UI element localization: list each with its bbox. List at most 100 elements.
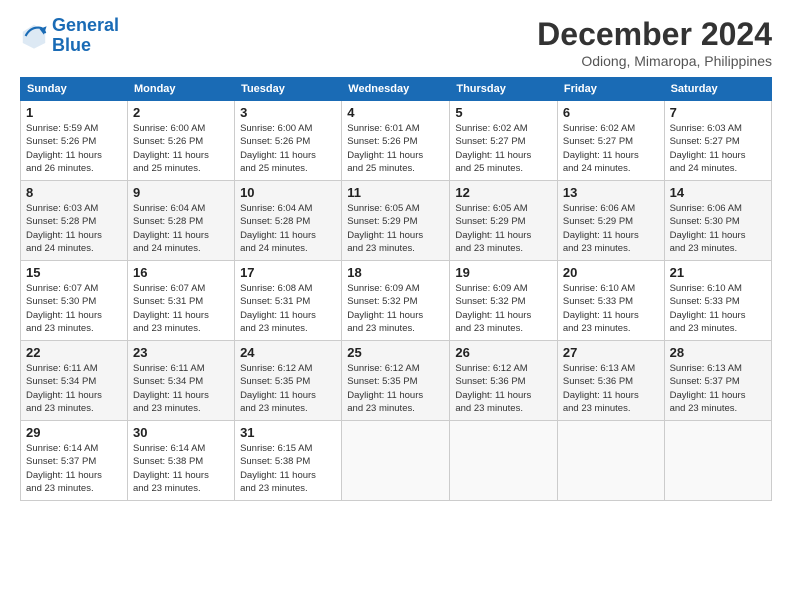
calendar-cell: 18 Sunrise: 6:09 AMSunset: 5:32 PMDaylig… [342, 261, 450, 341]
day-info: Sunrise: 6:05 AMSunset: 5:29 PMDaylight:… [455, 202, 552, 255]
col-monday: Monday [127, 78, 234, 101]
day-info: Sunrise: 6:15 AMSunset: 5:38 PMDaylight:… [240, 442, 336, 495]
header: General Blue December 2024 Odiong, Mimar… [20, 16, 772, 69]
day-info: Sunrise: 6:02 AMSunset: 5:27 PMDaylight:… [455, 122, 552, 175]
day-info: Sunrise: 6:09 AMSunset: 5:32 PMDaylight:… [455, 282, 552, 335]
calendar-cell: 1 Sunrise: 5:59 AMSunset: 5:26 PMDayligh… [21, 101, 128, 181]
month-title: December 2024 [537, 16, 772, 53]
calendar-cell: 25 Sunrise: 6:12 AMSunset: 5:35 PMDaylig… [342, 341, 450, 421]
day-info: Sunrise: 6:07 AMSunset: 5:31 PMDaylight:… [133, 282, 229, 335]
day-info: Sunrise: 6:10 AMSunset: 5:33 PMDaylight:… [563, 282, 659, 335]
title-block: December 2024 Odiong, Mimaropa, Philippi… [537, 16, 772, 69]
calendar-cell [450, 421, 558, 501]
page: General Blue December 2024 Odiong, Mimar… [0, 0, 792, 612]
day-info: Sunrise: 6:13 AMSunset: 5:37 PMDaylight:… [670, 362, 766, 415]
calendar-cell: 12 Sunrise: 6:05 AMSunset: 5:29 PMDaylig… [450, 181, 558, 261]
day-number: 15 [26, 265, 122, 280]
calendar-header: Sunday Monday Tuesday Wednesday Thursday… [21, 78, 772, 101]
day-number: 14 [670, 185, 766, 200]
calendar-cell: 9 Sunrise: 6:04 AMSunset: 5:28 PMDayligh… [127, 181, 234, 261]
day-number: 22 [26, 345, 122, 360]
day-number: 30 [133, 425, 229, 440]
calendar-cell [664, 421, 771, 501]
day-info: Sunrise: 6:12 AMSunset: 5:35 PMDaylight:… [347, 362, 444, 415]
day-info: Sunrise: 6:12 AMSunset: 5:36 PMDaylight:… [455, 362, 552, 415]
day-info: Sunrise: 6:00 AMSunset: 5:26 PMDaylight:… [240, 122, 336, 175]
day-number: 12 [455, 185, 552, 200]
day-number: 23 [133, 345, 229, 360]
calendar-cell: 22 Sunrise: 6:11 AMSunset: 5:34 PMDaylig… [21, 341, 128, 421]
day-info: Sunrise: 6:14 AMSunset: 5:38 PMDaylight:… [133, 442, 229, 495]
location: Odiong, Mimaropa, Philippines [537, 53, 772, 69]
calendar-cell: 13 Sunrise: 6:06 AMSunset: 5:29 PMDaylig… [557, 181, 664, 261]
day-number: 3 [240, 105, 336, 120]
day-number: 10 [240, 185, 336, 200]
day-info: Sunrise: 6:06 AMSunset: 5:29 PMDaylight:… [563, 202, 659, 255]
calendar-cell [557, 421, 664, 501]
day-number: 2 [133, 105, 229, 120]
day-info: Sunrise: 6:09 AMSunset: 5:32 PMDaylight:… [347, 282, 444, 335]
col-wednesday: Wednesday [342, 78, 450, 101]
logo-icon [20, 22, 48, 50]
calendar-week-4: 22 Sunrise: 6:11 AMSunset: 5:34 PMDaylig… [21, 341, 772, 421]
col-saturday: Saturday [664, 78, 771, 101]
day-number: 28 [670, 345, 766, 360]
header-row: Sunday Monday Tuesday Wednesday Thursday… [21, 78, 772, 101]
day-number: 11 [347, 185, 444, 200]
day-number: 27 [563, 345, 659, 360]
day-info: Sunrise: 6:01 AMSunset: 5:26 PMDaylight:… [347, 122, 444, 175]
col-thursday: Thursday [450, 78, 558, 101]
day-number: 8 [26, 185, 122, 200]
calendar-cell: 20 Sunrise: 6:10 AMSunset: 5:33 PMDaylig… [557, 261, 664, 341]
calendar-cell: 3 Sunrise: 6:00 AMSunset: 5:26 PMDayligh… [235, 101, 342, 181]
day-number: 29 [26, 425, 122, 440]
calendar-cell: 19 Sunrise: 6:09 AMSunset: 5:32 PMDaylig… [450, 261, 558, 341]
calendar-cell: 15 Sunrise: 6:07 AMSunset: 5:30 PMDaylig… [21, 261, 128, 341]
day-info: Sunrise: 6:07 AMSunset: 5:30 PMDaylight:… [26, 282, 122, 335]
calendar-week-2: 8 Sunrise: 6:03 AMSunset: 5:28 PMDayligh… [21, 181, 772, 261]
day-number: 5 [455, 105, 552, 120]
day-info: Sunrise: 5:59 AMSunset: 5:26 PMDaylight:… [26, 122, 122, 175]
day-number: 20 [563, 265, 659, 280]
day-info: Sunrise: 6:10 AMSunset: 5:33 PMDaylight:… [670, 282, 766, 335]
day-info: Sunrise: 6:04 AMSunset: 5:28 PMDaylight:… [133, 202, 229, 255]
day-number: 18 [347, 265, 444, 280]
calendar-cell: 11 Sunrise: 6:05 AMSunset: 5:29 PMDaylig… [342, 181, 450, 261]
calendar-week-1: 1 Sunrise: 5:59 AMSunset: 5:26 PMDayligh… [21, 101, 772, 181]
col-friday: Friday [557, 78, 664, 101]
day-info: Sunrise: 6:13 AMSunset: 5:36 PMDaylight:… [563, 362, 659, 415]
calendar-cell: 30 Sunrise: 6:14 AMSunset: 5:38 PMDaylig… [127, 421, 234, 501]
calendar-cell: 14 Sunrise: 6:06 AMSunset: 5:30 PMDaylig… [664, 181, 771, 261]
calendar-cell: 5 Sunrise: 6:02 AMSunset: 5:27 PMDayligh… [450, 101, 558, 181]
day-number: 19 [455, 265, 552, 280]
day-number: 24 [240, 345, 336, 360]
day-number: 21 [670, 265, 766, 280]
day-number: 17 [240, 265, 336, 280]
calendar-cell: 7 Sunrise: 6:03 AMSunset: 5:27 PMDayligh… [664, 101, 771, 181]
col-sunday: Sunday [21, 78, 128, 101]
col-tuesday: Tuesday [235, 78, 342, 101]
calendar-cell: 8 Sunrise: 6:03 AMSunset: 5:28 PMDayligh… [21, 181, 128, 261]
calendar-week-3: 15 Sunrise: 6:07 AMSunset: 5:30 PMDaylig… [21, 261, 772, 341]
calendar-cell: 16 Sunrise: 6:07 AMSunset: 5:31 PMDaylig… [127, 261, 234, 341]
calendar-cell: 31 Sunrise: 6:15 AMSunset: 5:38 PMDaylig… [235, 421, 342, 501]
calendar-cell: 4 Sunrise: 6:01 AMSunset: 5:26 PMDayligh… [342, 101, 450, 181]
day-info: Sunrise: 6:02 AMSunset: 5:27 PMDaylight:… [563, 122, 659, 175]
calendar-cell: 26 Sunrise: 6:12 AMSunset: 5:36 PMDaylig… [450, 341, 558, 421]
calendar-cell [342, 421, 450, 501]
calendar-table: Sunday Monday Tuesday Wednesday Thursday… [20, 77, 772, 501]
calendar-cell: 24 Sunrise: 6:12 AMSunset: 5:35 PMDaylig… [235, 341, 342, 421]
day-number: 31 [240, 425, 336, 440]
calendar-cell: 21 Sunrise: 6:10 AMSunset: 5:33 PMDaylig… [664, 261, 771, 341]
day-info: Sunrise: 6:03 AMSunset: 5:27 PMDaylight:… [670, 122, 766, 175]
day-number: 9 [133, 185, 229, 200]
calendar-cell: 2 Sunrise: 6:00 AMSunset: 5:26 PMDayligh… [127, 101, 234, 181]
day-number: 1 [26, 105, 122, 120]
calendar-week-5: 29 Sunrise: 6:14 AMSunset: 5:37 PMDaylig… [21, 421, 772, 501]
day-number: 6 [563, 105, 659, 120]
calendar-cell: 27 Sunrise: 6:13 AMSunset: 5:36 PMDaylig… [557, 341, 664, 421]
day-info: Sunrise: 6:03 AMSunset: 5:28 PMDaylight:… [26, 202, 122, 255]
day-info: Sunrise: 6:14 AMSunset: 5:37 PMDaylight:… [26, 442, 122, 495]
logo-text: General Blue [52, 16, 119, 56]
calendar-cell: 28 Sunrise: 6:13 AMSunset: 5:37 PMDaylig… [664, 341, 771, 421]
